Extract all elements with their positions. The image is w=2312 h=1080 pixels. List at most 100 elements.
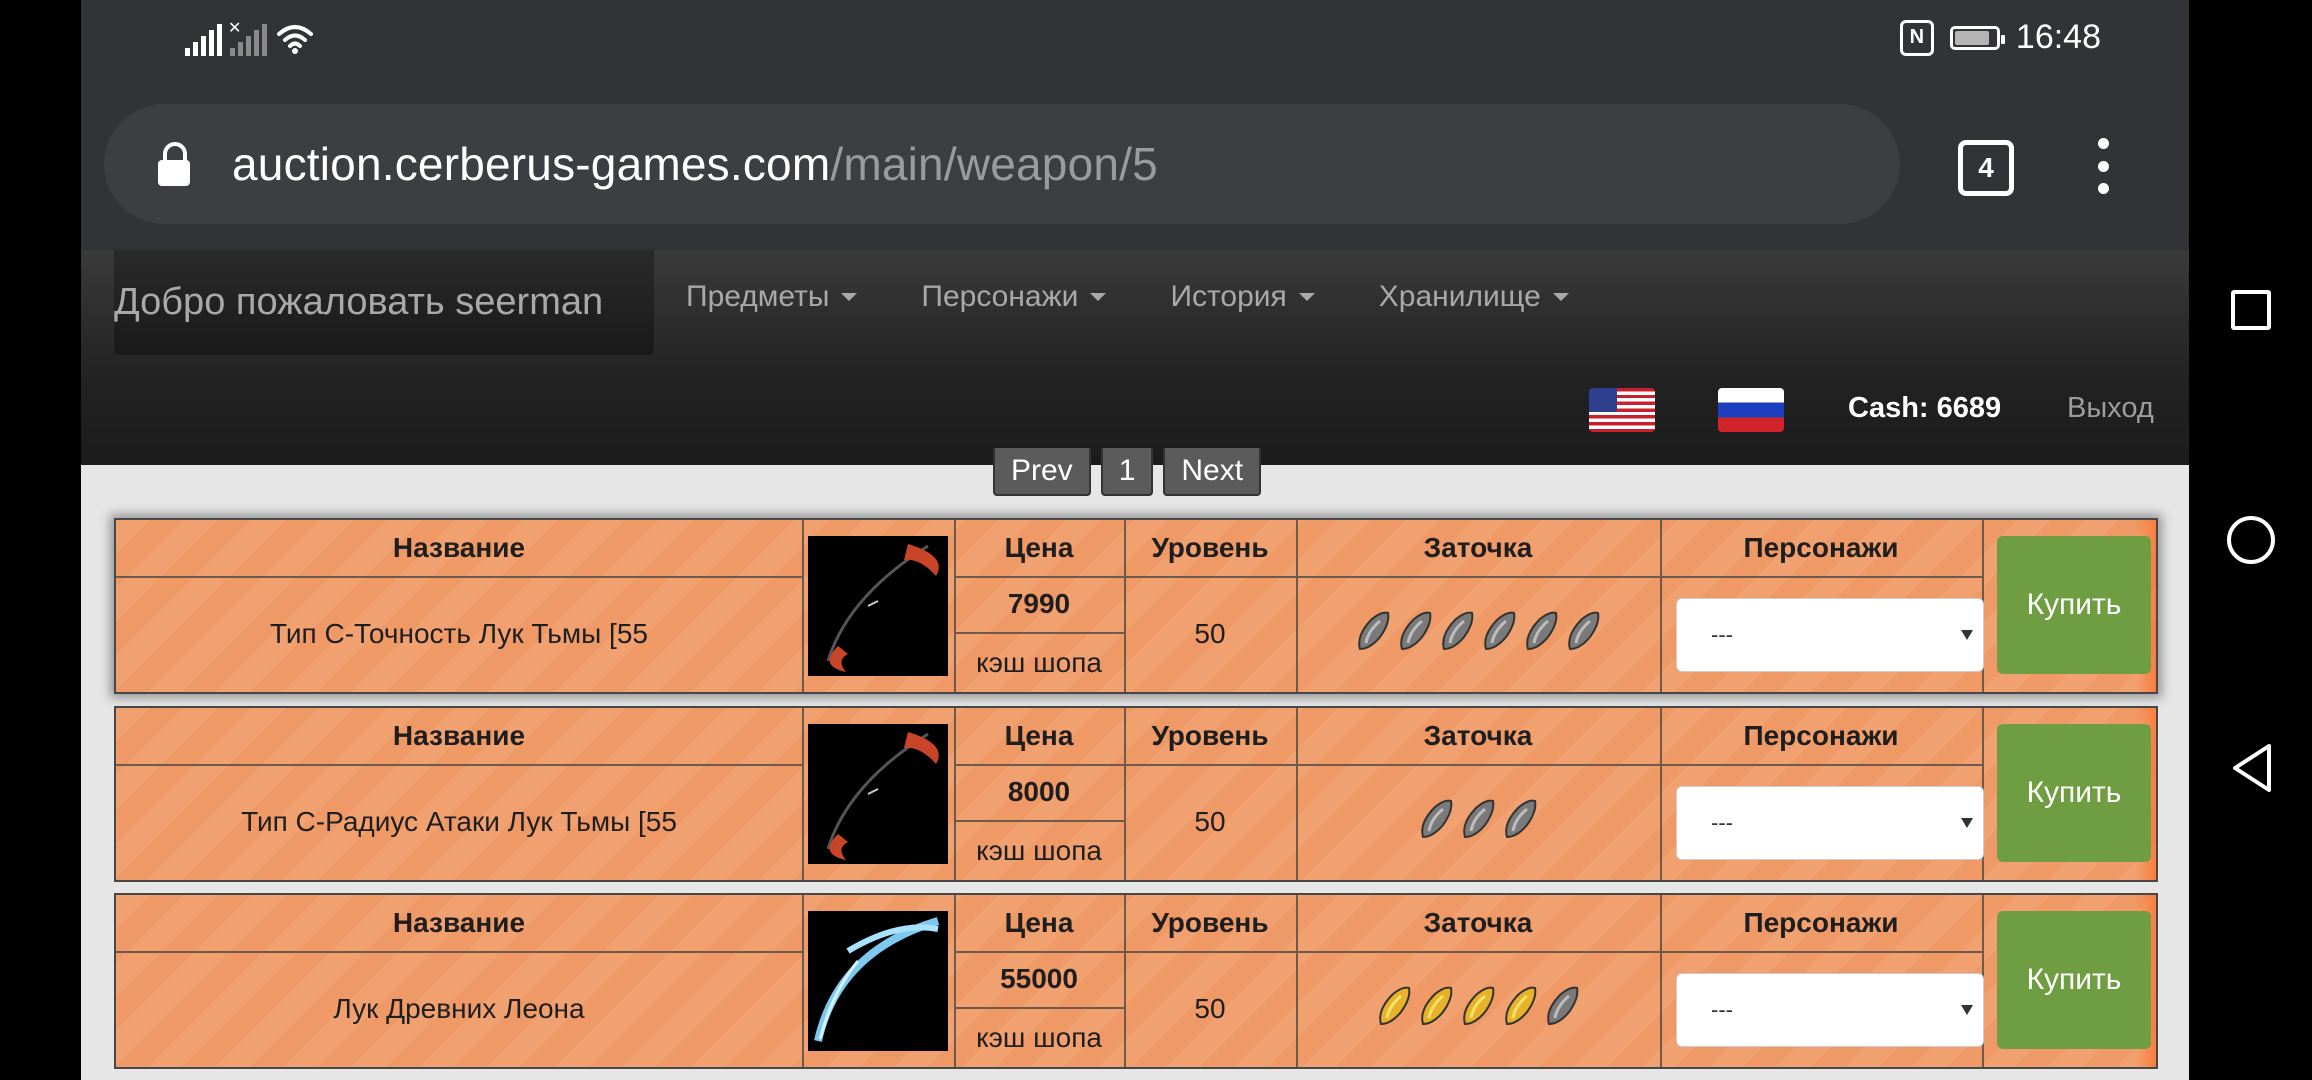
enchant-stone-icon <box>1501 797 1539 848</box>
menu-items-dropdown[interactable]: Предметы <box>686 280 858 314</box>
character-select-value: --- <box>1711 810 1733 835</box>
url-path: /main/weapon/5 <box>830 138 1158 190</box>
left-bezel <box>0 0 81 1080</box>
menu-history-dropdown[interactable]: История <box>1170 280 1315 314</box>
battery-icon <box>1949 25 2005 50</box>
item-name: Лук Древних Леона <box>333 993 585 1024</box>
welcome-text: Добро пожаловать seerman <box>114 281 604 323</box>
character-select[interactable]: --- <box>1676 973 1984 1047</box>
recents-button[interactable] <box>2189 270 2312 350</box>
caret-down-icon <box>1298 293 1315 301</box>
enchant-stone-icon <box>1480 609 1518 660</box>
menu-storage-label: Хранилище <box>1378 280 1541 313</box>
status-icons-left: ✕ <box>185 20 315 56</box>
caret-down-icon <box>841 293 858 301</box>
item-name: Тип С-Точность Лук Тьмы [55 <box>270 618 648 649</box>
wifi-icon <box>277 25 313 54</box>
caret-down-icon <box>1090 293 1107 301</box>
enchant-stone-icon <box>1543 984 1581 1035</box>
enchant-header: Заточка <box>1423 907 1533 938</box>
next-page-button[interactable]: Next <box>1163 448 1262 496</box>
item-thumbnail <box>808 536 948 676</box>
welcome-brand[interactable]: Добро пожаловать seerman <box>114 250 654 355</box>
browser-menu-icon[interactable] <box>2093 138 2113 194</box>
cash-balance: Cash: 6689 <box>1848 392 2002 424</box>
item-enchant <box>1296 951 1660 1067</box>
status-bar: ✕ N 16:48 <box>81 0 2189 82</box>
pagination: Prev 1 Next <box>993 448 1262 496</box>
status-icons-right: N 16:48 <box>1899 18 2101 57</box>
prev-page-button[interactable]: Prev <box>993 448 1091 496</box>
price-header: Цена <box>1004 720 1074 751</box>
enchant-stone-icon <box>1417 797 1455 848</box>
item-currency: кэш шопа <box>976 1022 1102 1053</box>
item-currency: кэш шопа <box>976 647 1102 678</box>
tab-switcher-button[interactable]: 4 <box>1958 140 2014 196</box>
enchant-header: Заточка <box>1423 720 1533 751</box>
characters-header: Персонажи <box>1743 720 1899 751</box>
item-price: 7990 <box>1007 588 1071 619</box>
price-header: Цена <box>1004 532 1074 563</box>
square-icon <box>2230 290 2271 330</box>
home-button[interactable] <box>2189 500 2312 580</box>
enchant-header: Заточка <box>1423 532 1533 563</box>
name-header: Название <box>392 720 526 751</box>
nfc-icon: N <box>1899 19 1934 56</box>
site-navbar: Добро пожаловать seerman Предметы Персон… <box>81 250 2189 465</box>
item-thumbnail <box>808 911 948 1051</box>
item-enchant <box>1296 576 1660 692</box>
enchant-icons <box>1354 609 1602 660</box>
main-menu: Предметы Персонажи История Хранилище <box>686 280 1633 314</box>
bow-icon <box>826 732 939 860</box>
enchant-icons <box>1375 984 1581 1035</box>
price-header: Цена <box>1004 907 1074 938</box>
select-arrow-icon <box>1961 630 1973 640</box>
us-flag-icon[interactable] <box>1589 388 1655 432</box>
clock: 16:48 <box>2015 18 2101 56</box>
select-arrow-icon <box>1961 1005 1973 1015</box>
enchant-stone-icon <box>1375 984 1413 1035</box>
ru-flag-icon[interactable] <box>1718 388 1784 432</box>
enchant-stone-icon <box>1417 984 1455 1035</box>
menu-items-label: Предметы <box>686 280 830 313</box>
lock-icon <box>156 142 192 186</box>
enchant-stone-icon <box>1459 984 1497 1035</box>
character-select-value: --- <box>1711 997 1733 1022</box>
level-header: Уровень <box>1151 532 1269 563</box>
android-nav-bar <box>2189 0 2312 1080</box>
buy-button[interactable]: Купить <box>1997 724 2151 862</box>
character-select[interactable]: --- <box>1676 786 1984 860</box>
characters-header: Персонажи <box>1743 907 1899 938</box>
item-row: Название Цена Уровень Заточка Персонажи Лук Д… <box>114 893 2158 1069</box>
level-header: Уровень <box>1151 907 1269 938</box>
address-bar[interactable]: auction.cerberus-games.com/main/weapon/5 <box>104 104 1900 224</box>
menu-history-label: История <box>1170 280 1287 313</box>
back-button[interactable] <box>2189 728 2312 808</box>
url-text[interactable]: auction.cerberus-games.com/main/weapon/5 <box>232 137 1158 191</box>
character-select[interactable]: --- <box>1676 598 1984 672</box>
enchant-stone-icon <box>1438 609 1476 660</box>
circle-icon <box>2226 516 2275 564</box>
bow-icon <box>814 917 940 1042</box>
character-select-value: --- <box>1711 622 1733 647</box>
item-level: 50 <box>1194 618 1226 649</box>
name-header: Название <box>392 907 526 938</box>
menu-characters-label: Персонажи <box>921 280 1079 313</box>
item-thumbnail <box>808 724 948 864</box>
enchant-stone-icon <box>1501 984 1539 1035</box>
buy-button[interactable]: Купить <box>1997 536 2151 674</box>
logout-link[interactable]: Выход <box>2067 392 2154 425</box>
browser-toolbar: auction.cerberus-games.com/main/weapon/5… <box>81 82 2189 252</box>
item-row: Название Цена Уровень Заточка Персонажи Тип С… <box>114 518 2158 694</box>
characters-header: Персонажи <box>1743 532 1899 563</box>
name-header: Название <box>392 532 526 563</box>
enchant-stone-icon <box>1396 609 1434 660</box>
item-row: Название Цена Уровень Заточка Персонажи Тип С… <box>114 706 2158 882</box>
buy-button[interactable]: Купить <box>1997 911 2151 1049</box>
phone-screen: ✕ N 16:48 auction.cerberus-games.com/mai… <box>81 0 2189 1080</box>
menu-storage-dropdown[interactable]: Хранилище <box>1379 280 1569 314</box>
caret-down-icon <box>1552 293 1569 301</box>
page-1-button[interactable]: 1 <box>1100 448 1154 496</box>
level-header: Уровень <box>1151 720 1269 751</box>
menu-characters-dropdown[interactable]: Персонажи <box>921 280 1107 314</box>
